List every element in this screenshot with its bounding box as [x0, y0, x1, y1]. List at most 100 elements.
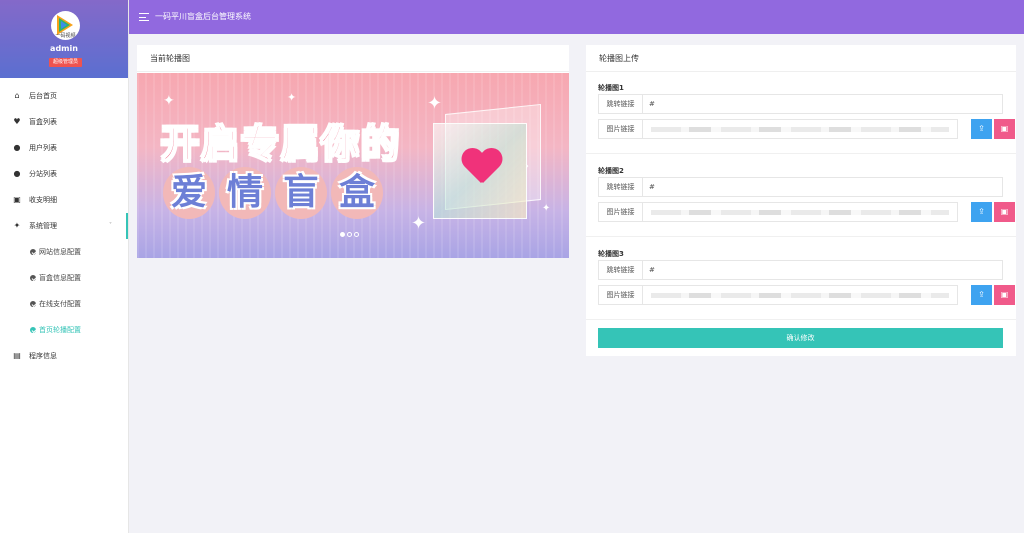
carousel-dot[interactable]	[354, 232, 359, 237]
sidebar-item-box-list[interactable]: ♥ 盲盒列表	[0, 109, 128, 135]
carousel-group-2: 轮播图2 跳转链接 # 图片链接 ⇪ ▣	[598, 166, 1015, 227]
sidebar-subitem-carousel-config[interactable]: 首页轮播配置	[0, 317, 128, 343]
sidebar-item-label: 收支明细	[29, 196, 57, 204]
upload-icon: ⇪	[978, 124, 985, 133]
sidebar: 一码视频 admin 超级管理员 ⌂ 后台首页 ♥ 盲盒列表 ● 用户列表 ● 分站列表…	[0, 0, 129, 533]
link-field[interactable]: 跳转链接 #	[598, 94, 1003, 114]
sidebar-subitem-label: 在线支付配置	[39, 300, 81, 308]
upload-button[interactable]: ⇪	[971, 119, 992, 139]
home-icon: ⌂	[14, 91, 20, 100]
banner-char: 爱	[163, 167, 215, 219]
sidebar-subitem-site-config[interactable]: 网站信息配置	[0, 239, 128, 265]
check-circle-icon	[30, 301, 36, 307]
image-url-input[interactable]	[651, 127, 949, 132]
sidebar-item-home[interactable]: ⌂ 后台首页	[0, 83, 128, 109]
image-url-field[interactable]: 图片链接	[598, 202, 958, 222]
user-icon: ●	[13, 169, 21, 178]
sidebar-subitem-label: 首页轮播配置	[39, 326, 81, 334]
sidebar-item-user-list[interactable]: ● 用户列表	[0, 135, 128, 161]
role-badge: 超级管理员	[49, 58, 82, 67]
banner-char: 盒	[331, 167, 383, 219]
sparkle-icon: ✦	[163, 93, 175, 109]
image-icon: ▣	[1000, 290, 1009, 299]
carousel-dot[interactable]	[340, 232, 345, 237]
banner-headline: 开启专属你的	[160, 121, 402, 167]
check-circle-icon	[30, 275, 36, 281]
sidebar-item-program-info[interactable]: ▤ 程序信息	[0, 343, 128, 369]
image-preview-button[interactable]: ▣	[994, 119, 1015, 139]
link-input[interactable]: #	[649, 178, 655, 196]
image-url-input[interactable]	[651, 210, 949, 215]
field-label: 跳转链接	[599, 95, 643, 113]
sidebar-item-finance[interactable]: ▣ 收支明细	[0, 187, 128, 213]
image-url-field[interactable]: 图片链接	[598, 285, 958, 305]
group-title: 轮播图1	[598, 84, 624, 92]
image-preview-button[interactable]: ▣	[994, 202, 1015, 222]
sidebar-menu: ⌂ 后台首页 ♥ 盲盒列表 ● 用户列表 ● 分站列表 ▣ 收支明细 ✦ 系统管理 ˅ 网站…	[0, 78, 128, 369]
check-circle-icon	[30, 249, 36, 255]
group-title: 轮播图3	[598, 250, 624, 258]
field-label: 图片链接	[599, 120, 643, 138]
image-url-field[interactable]: 图片链接	[598, 119, 958, 139]
field-label: 图片链接	[599, 203, 643, 221]
carousel-upload-panel: 轮播图上传 轮播图1 跳转链接 # 图片链接 ⇪ ▣ 轮播图2 跳转链接 # 图…	[586, 45, 1016, 356]
field-label: 图片链接	[599, 286, 643, 304]
upload-icon: ⇪	[978, 207, 985, 216]
sidebar-subitem-box-config[interactable]: 盲盒信息配置	[0, 265, 128, 291]
sidebar-subitem-payment-config[interactable]: 在线支付配置	[0, 291, 128, 317]
banner-char: 盲	[275, 167, 327, 219]
terminal-icon: ▤	[13, 351, 21, 360]
carousel-indicators	[340, 231, 361, 239]
wallet-icon: ▣	[13, 195, 21, 204]
link-field[interactable]: 跳转链接 #	[598, 177, 1003, 197]
carousel-group-3: 轮播图3 跳转链接 # 图片链接 ⇪ ▣	[598, 249, 1015, 310]
check-circle-icon	[30, 327, 36, 333]
menu-toggle-icon[interactable]	[139, 13, 149, 21]
image-preview-button[interactable]: ▣	[994, 285, 1015, 305]
logo: 一码视频	[51, 11, 80, 40]
sidebar-header: 一码视频 admin 超级管理员	[0, 0, 128, 78]
sidebar-item-label: 用户列表	[29, 144, 57, 152]
image-icon: ▣	[1000, 207, 1009, 216]
banner-char: 情	[219, 167, 271, 219]
sidebar-item-system[interactable]: ✦ 系统管理 ˅	[0, 213, 128, 239]
carousel-dot[interactable]	[347, 232, 352, 237]
field-label: 跳转链接	[599, 178, 643, 196]
logo-text: 一码视频	[55, 33, 76, 39]
carousel-banner[interactable]: ✦ ✦ ✦ ✦ ✦ 开启专属你的 爱情盲盒 ›	[137, 73, 569, 258]
sidebar-item-label: 系统管理	[29, 222, 57, 230]
panel-title: 轮播图上传	[586, 45, 1016, 72]
user-icon: ●	[13, 143, 21, 152]
banner-subline: 爱情盲盒	[163, 167, 387, 219]
sparkle-icon: ✦	[13, 221, 21, 230]
sidebar-subitem-label: 网站信息配置	[39, 248, 81, 256]
upload-icon: ⇪	[978, 290, 985, 299]
heart-icon	[461, 149, 501, 189]
sparkle-icon: ✦	[411, 213, 427, 234]
topbar: 一码平川盲盒后台管理系统	[129, 0, 1024, 34]
sparkle-icon: ✦	[542, 203, 551, 214]
sparkle-icon: ✦	[287, 91, 297, 104]
field-label: 跳转链接	[599, 261, 643, 279]
heart-icon: ♥	[13, 117, 21, 126]
upload-button[interactable]: ⇪	[971, 202, 992, 222]
chevron-right-icon[interactable]: ›	[525, 161, 529, 172]
sidebar-item-substation-list[interactable]: ● 分站列表	[0, 161, 128, 187]
current-carousel-panel: 当前轮播图 ✦ ✦ ✦ ✦ ✦ 开启专属你的 爱情盲盒 ›	[137, 45, 569, 258]
carousel-group-1: 轮播图1 跳转链接 # 图片链接 ⇪ ▣	[598, 83, 1015, 144]
link-input[interactable]: #	[649, 261, 655, 279]
link-field[interactable]: 跳转链接 #	[598, 260, 1003, 280]
upload-button[interactable]: ⇪	[971, 285, 992, 305]
username: admin	[50, 44, 78, 53]
sidebar-item-label: 后台首页	[29, 92, 57, 100]
link-input[interactable]: #	[649, 95, 655, 113]
sidebar-subitem-label: 盲盒信息配置	[39, 274, 81, 282]
confirm-button[interactable]: 确认修改	[598, 328, 1003, 348]
image-url-input[interactable]	[651, 293, 949, 298]
image-icon: ▣	[1000, 124, 1009, 133]
panel-title: 当前轮播图	[137, 45, 569, 72]
group-title: 轮播图2	[598, 167, 624, 175]
sidebar-item-label: 程序信息	[29, 352, 57, 360]
system-title: 一码平川盲盒后台管理系统	[155, 12, 251, 21]
sidebar-item-label: 盲盒列表	[29, 118, 57, 126]
